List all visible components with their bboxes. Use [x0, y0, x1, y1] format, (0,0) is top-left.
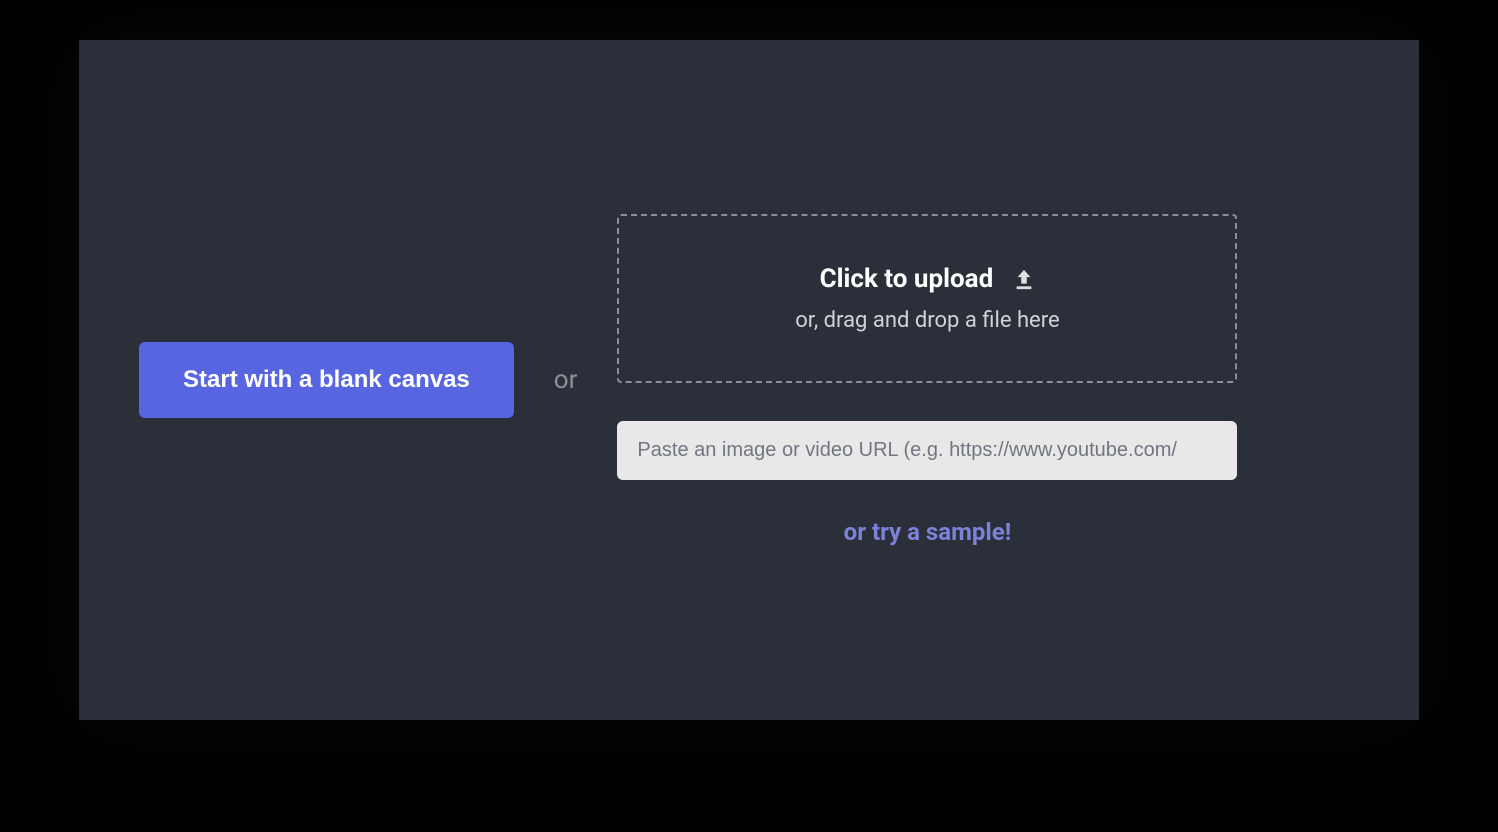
start-blank-canvas-button[interactable]: Start with a blank canvas	[139, 342, 514, 418]
try-sample-link[interactable]: or try a sample!	[617, 518, 1237, 546]
drop-zone-subtitle: or, drag and drop a file here	[639, 308, 1215, 333]
upload-icon	[1013, 267, 1035, 291]
left-column: Start with a blank canvas or	[139, 342, 577, 418]
or-separator: or	[554, 365, 578, 395]
upload-drop-zone[interactable]: Click to upload or, drag and drop a file…	[617, 214, 1237, 383]
drop-zone-title: Click to upload	[820, 264, 994, 294]
main-panel: Start with a blank canvas or Click to up…	[79, 40, 1419, 720]
right-column: Click to upload or, drag and drop a file…	[617, 214, 1237, 546]
drop-zone-title-row: Click to upload	[639, 264, 1215, 294]
url-input[interactable]	[617, 421, 1237, 480]
